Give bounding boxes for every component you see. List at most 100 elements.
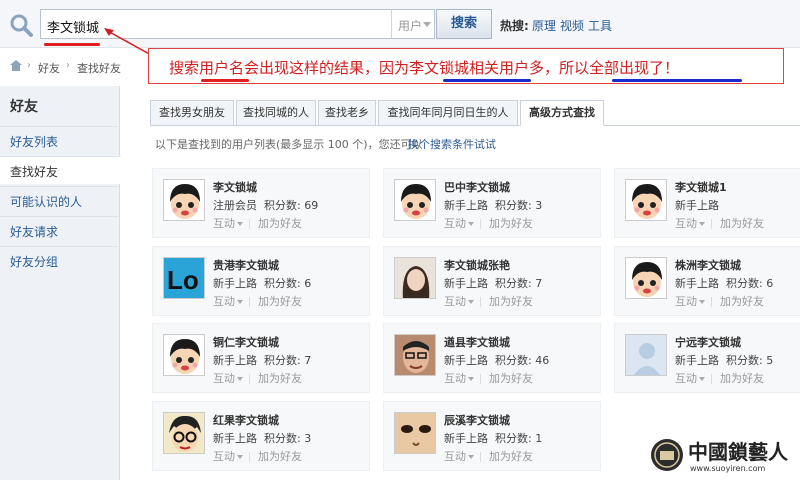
tab-find-partner[interactable]: 查找男女朋友: [150, 100, 234, 126]
avatar[interactable]: [394, 179, 436, 221]
user-name[interactable]: 贵港李文锁城: [213, 257, 279, 273]
interact-dropdown[interactable]: 互动: [213, 450, 235, 463]
interact-dropdown[interactable]: 互动: [444, 295, 466, 308]
add-friend-button[interactable]: 加为好友: [258, 450, 302, 463]
seal-logo-icon: [651, 439, 683, 471]
chevron-down-icon: [468, 377, 474, 381]
user-name[interactable]: 李文锁城: [213, 179, 257, 195]
user-name[interactable]: 巴中李文锁城: [444, 179, 510, 195]
card-actions: 互动 加为好友: [444, 370, 533, 386]
card-actions: 互动 加为好友: [675, 370, 764, 386]
add-friend-button[interactable]: 加为好友: [489, 372, 533, 385]
user-card: 巴中李文锁城 新手上路 积分数: 3 互动 加为好友: [383, 168, 601, 238]
user-card: 宁远李文锁城 新手上路 积分数: 5 互动 加为好友: [614, 323, 800, 393]
interact-dropdown[interactable]: 互动: [213, 295, 235, 308]
user-meta: 新手上路 积分数: 1: [444, 430, 542, 446]
hot-link-tools[interactable]: 工具: [588, 17, 612, 34]
user-level: 新手上路: [444, 432, 488, 445]
magnifier-icon: [10, 14, 33, 37]
add-friend-button[interactable]: 加为好友: [489, 217, 533, 230]
avatar[interactable]: [163, 334, 205, 376]
user-score: 积分数: 1: [488, 432, 543, 445]
avatar[interactable]: [394, 412, 436, 454]
search-input[interactable]: 李文锁城 用户: [40, 9, 435, 39]
add-friend-button[interactable]: 加为好友: [258, 217, 302, 230]
divider: [711, 297, 712, 307]
user-name[interactable]: 红果李文锁城: [213, 412, 279, 428]
hot-link-video[interactable]: 视频: [560, 17, 584, 34]
interact-dropdown[interactable]: 互动: [444, 217, 466, 230]
interact-dropdown[interactable]: 互动: [675, 372, 697, 385]
add-friend-button[interactable]: 加为好友: [258, 295, 302, 308]
chevron-down-icon: [237, 377, 243, 381]
card-actions: 互动 加为好友: [675, 293, 764, 309]
user-name[interactable]: 宁远李文锁城: [675, 334, 741, 350]
avatar[interactable]: [394, 334, 436, 376]
user-level: 新手上路: [444, 354, 488, 367]
home-icon[interactable]: [10, 60, 22, 71]
user-card: 李文锁城张艳 新手上路 积分数: 7 互动 加为好友: [383, 246, 601, 316]
user-level: 新手上路: [213, 432, 257, 445]
search-button[interactable]: 搜索: [436, 9, 492, 39]
interact-dropdown[interactable]: 互动: [444, 372, 466, 385]
search-scope-select[interactable]: 用户: [391, 10, 435, 38]
avatar[interactable]: Lo: [163, 257, 205, 299]
interact-dropdown[interactable]: 互动: [675, 295, 697, 308]
user-card: Lo 贵港李文锁城 新手上路 积分数: 6 互动 加为好友: [152, 246, 370, 316]
tab-find-hometown[interactable]: 查找老乡: [318, 100, 376, 126]
card-actions: 互动 加为好友: [444, 215, 533, 231]
user-name[interactable]: 株洲李文锁城: [675, 257, 741, 273]
annotation-red-underline: [201, 79, 249, 82]
tab-find-same-city[interactable]: 查找同城的人: [236, 100, 316, 126]
user-score: 积分数: 69: [257, 199, 319, 212]
query-red-underline: [44, 43, 100, 46]
add-friend-button[interactable]: 加为好友: [720, 217, 764, 230]
avatar[interactable]: [163, 412, 205, 454]
sidebar-item-people-you-may-know[interactable]: 可能认识的人: [0, 186, 120, 214]
add-friend-button[interactable]: 加为好友: [258, 372, 302, 385]
avatar[interactable]: [163, 179, 205, 221]
card-actions: 互动 加为好友: [444, 293, 533, 309]
avatar[interactable]: [394, 257, 436, 299]
tab-advanced-search[interactable]: 高级方式查找: [520, 100, 604, 126]
user-name[interactable]: 辰溪李文锁城: [444, 412, 510, 428]
sidebar-item-friend-groups[interactable]: 好友分组: [0, 246, 120, 274]
interact-dropdown[interactable]: 互动: [675, 217, 697, 230]
user-score: 积分数: 3: [257, 432, 312, 445]
user-name[interactable]: 李文锁城1: [675, 179, 727, 195]
user-level: 新手上路: [213, 354, 257, 367]
add-friend-button[interactable]: 加为好友: [489, 295, 533, 308]
user-score: 积分数: 6: [719, 277, 774, 290]
chevron-down-icon: [237, 455, 243, 459]
chevron-down-icon: [699, 377, 705, 381]
add-friend-button[interactable]: 加为好友: [489, 450, 533, 463]
interact-dropdown[interactable]: 互动: [213, 217, 235, 230]
avatar[interactable]: [625, 257, 667, 299]
breadcrumb-find-friends[interactable]: 查找好友: [77, 60, 121, 76]
interact-dropdown[interactable]: 互动: [213, 372, 235, 385]
breadcrumb-friends[interactable]: 好友: [38, 60, 60, 76]
user-card: 株洲李文锁城新手上路 积分数: 6 互动 加为好友: [614, 246, 800, 316]
user-card: 李文锁城1 新手上路 互动 加为好友: [614, 168, 800, 238]
sidebar-item-friend-requests[interactable]: 好友请求: [0, 216, 120, 244]
watermark-url: www.suoyiren.com: [690, 464, 766, 473]
change-search-link[interactable]: 换个搜索条件试试: [408, 136, 496, 152]
avatar[interactable]: [625, 179, 667, 221]
chevron-down-icon: [468, 222, 474, 226]
user-meta: 新手上路 积分数: 46: [444, 352, 549, 368]
user-name[interactable]: 遒县李文锁城: [444, 334, 510, 350]
sidebar-item-find-friends[interactable]: 查找好友: [0, 156, 121, 184]
divider: [480, 297, 481, 307]
user-name[interactable]: 铜仁李文锁城: [213, 334, 279, 350]
user-score: 积分数: 46: [488, 354, 550, 367]
interact-dropdown[interactable]: 互动: [444, 450, 466, 463]
add-friend-button[interactable]: 加为好友: [720, 372, 764, 385]
sidebar-item-friend-list[interactable]: 好友列表: [0, 126, 120, 154]
user-meta: 新手上路 积分数: 6: [675, 275, 773, 291]
sidebar: 好友 好友列表 查找好友 可能认识的人 好友请求 好友分组: [0, 86, 121, 480]
tab-find-same-birthday[interactable]: 查找同年同月同日生的人: [378, 100, 518, 126]
avatar[interactable]: [625, 334, 667, 376]
user-name[interactable]: 李文锁城张艳: [444, 257, 510, 273]
add-friend-button[interactable]: 加为好友: [720, 295, 764, 308]
hot-link-principle[interactable]: 原理: [532, 17, 556, 34]
